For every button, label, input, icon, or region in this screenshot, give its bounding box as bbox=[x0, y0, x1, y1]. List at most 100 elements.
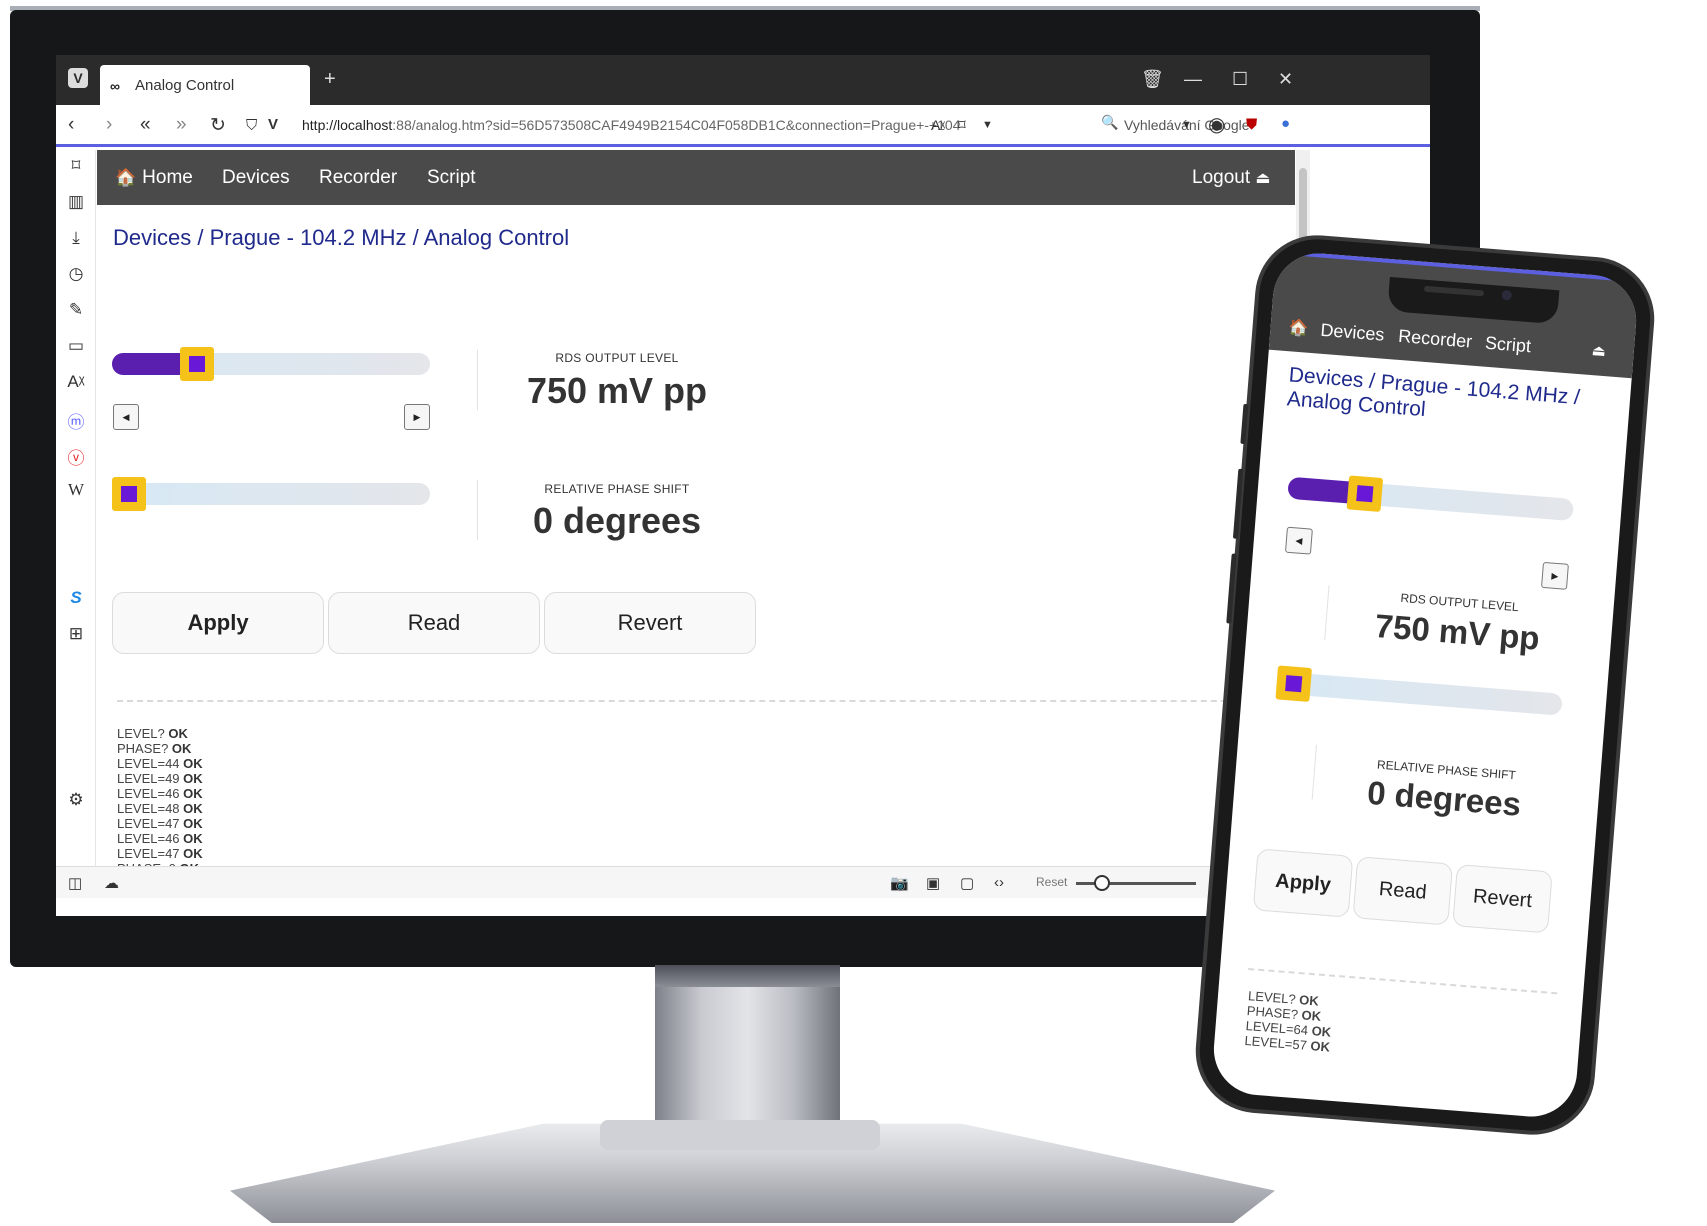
translate-url-icon[interactable]: Aᵡ bbox=[931, 117, 945, 133]
desktop-log-entry: LEVEL=48 OK bbox=[117, 801, 203, 816]
notes-icon[interactable]: ✎ bbox=[66, 300, 86, 320]
phone-nav-recorder[interactable]: Recorder bbox=[1397, 326, 1473, 353]
tiling-icon[interactable]: ▢ bbox=[960, 874, 974, 892]
phone-logout-icon[interactable]: ⏏ bbox=[1591, 341, 1607, 360]
forward-icon[interactable]: › bbox=[106, 114, 112, 136]
phone-log-status: OK bbox=[1311, 1023, 1332, 1040]
extension-icon[interactable]: ● bbox=[1281, 115, 1290, 132]
capture-icon[interactable]: 📷 bbox=[890, 874, 909, 892]
zoom-reset[interactable]: Reset bbox=[1036, 875, 1067, 889]
window-icon[interactable]: ▭ bbox=[66, 336, 86, 356]
code-icon[interactable]: ‹› bbox=[994, 874, 1004, 891]
phone-mockup: 🏠 Devices Recorder Script ⏏ Devices / Pr… bbox=[1191, 230, 1659, 1140]
phone-nav-script[interactable]: Script bbox=[1484, 333, 1531, 358]
phone-apply-button[interactable]: Apply bbox=[1252, 848, 1354, 918]
minimize-icon[interactable]: — bbox=[1184, 69, 1202, 90]
fast-forward-icon[interactable]: » bbox=[176, 114, 187, 136]
ublock-icon[interactable]: ⛊ bbox=[1246, 116, 1257, 133]
search-dropdown-icon[interactable]: ▼ bbox=[1181, 119, 1192, 131]
breadcrumb[interactable]: Devices / Prague - 104.2 MHz / Analog Co… bbox=[113, 225, 569, 251]
phone-phase-shift-slider[interactable] bbox=[1275, 671, 1563, 716]
tab-analog-control[interactable]: ∞ Analog Control bbox=[100, 65, 310, 105]
vivaldi-icon[interactable]: ⓥ bbox=[66, 444, 86, 469]
close-icon[interactable]: ✕ bbox=[1278, 69, 1293, 90]
desktop-log-status: OK bbox=[183, 756, 203, 771]
panel-toggle-icon[interactable]: ◫ bbox=[68, 874, 82, 892]
rds-output-level-label: RDS OUTPUT LEVEL bbox=[555, 351, 679, 365]
rds-increase-button[interactable]: ▶ bbox=[404, 404, 430, 430]
phase-shift-thumb[interactable] bbox=[112, 477, 146, 511]
wikipedia-icon[interactable]: W bbox=[66, 480, 86, 500]
cloud-icon[interactable]: ☁ bbox=[104, 874, 119, 892]
reload-icon[interactable]: ↻ bbox=[210, 114, 226, 137]
shield-icon[interactable]: ⛉ bbox=[246, 117, 257, 134]
desktop-log-status: OK bbox=[183, 771, 203, 786]
phone-rds-level-slider[interactable] bbox=[1287, 476, 1575, 522]
browser-tabbar: V ∞ Analog Control + 🗑 — ☐ ✕ bbox=[56, 55, 1430, 105]
bookmark-url-icon[interactable]: ⌑ bbox=[958, 116, 966, 134]
sync-icon[interactable]: S bbox=[66, 588, 86, 608]
desktop-log-entry: PHASE? OK bbox=[117, 741, 203, 756]
back-icon[interactable]: ‹ bbox=[68, 114, 74, 136]
bookmark-icon[interactable]: ⌑ bbox=[66, 156, 86, 176]
relative-phase-shift-value: 0 degrees bbox=[532, 500, 702, 541]
nav-logout[interactable]: Logout ⏏ bbox=[1192, 167, 1271, 189]
nav-recorder[interactable]: Recorder bbox=[319, 167, 397, 189]
phone-read-button[interactable]: Read bbox=[1352, 856, 1454, 926]
nav-home[interactable]: 🏠 Home bbox=[115, 167, 193, 189]
desktop-log-command: LEVEL=48 bbox=[117, 801, 184, 816]
phone-rds-level-thumb[interactable] bbox=[1347, 475, 1384, 513]
phone-revert-button[interactable]: Revert bbox=[1452, 864, 1553, 934]
phone-log-status: OK bbox=[1309, 1038, 1331, 1055]
desktop-log-status: OK bbox=[171, 741, 192, 756]
desktop-log-status: OK bbox=[183, 816, 203, 831]
add-panel-icon[interactable]: ⊞ bbox=[66, 624, 86, 644]
phone-phase-shift-thumb[interactable] bbox=[1275, 665, 1312, 702]
profile-icon[interactable]: ◉ bbox=[1208, 112, 1225, 137]
phone-rds-decrease-button[interactable]: ◀ bbox=[1284, 526, 1313, 555]
rds-decrease-button[interactable]: ◀ bbox=[113, 404, 139, 430]
nav-devices[interactable]: Devices bbox=[222, 167, 290, 189]
downloads-icon[interactable]: ⤓ bbox=[66, 228, 86, 248]
mastodon-icon[interactable]: ⓜ bbox=[66, 408, 86, 433]
url-input[interactable]: http://localhost:88/analog.htm?sid=56D57… bbox=[266, 112, 1011, 140]
vivaldi-menu-icon[interactable]: V bbox=[68, 68, 88, 88]
log-separator bbox=[117, 700, 1277, 702]
phone-log-status: OK bbox=[1301, 1007, 1322, 1024]
nav-script[interactable]: Script bbox=[427, 167, 476, 189]
tab-favicon-icon: ∞ bbox=[110, 78, 120, 94]
revert-button[interactable]: Revert bbox=[544, 592, 756, 654]
trash-icon[interactable]: 🗑 bbox=[1141, 69, 1164, 90]
phone-nav-devices[interactable]: Devices bbox=[1320, 320, 1385, 346]
desktop-log-entry: LEVEL=47 OK bbox=[117, 846, 203, 861]
browser-side-panel: ⌑ ▥ ⤓ ◷ ✎ ▭ Aᵡ ⓜ ⓥ W S ⊞ ⚙ bbox=[56, 150, 96, 866]
phase-shift-slider[interactable] bbox=[112, 483, 430, 505]
apply-button[interactable]: Apply bbox=[112, 592, 324, 654]
maximize-icon[interactable]: ☐ bbox=[1232, 69, 1248, 90]
read-button[interactable]: Read bbox=[328, 592, 540, 654]
phone-log-separator bbox=[1248, 968, 1558, 995]
translate-icon[interactable]: Aᵡ bbox=[66, 372, 86, 392]
desktop-log-entry: LEVEL=49 OK bbox=[117, 771, 203, 786]
desktop-log-status: OK bbox=[183, 801, 203, 816]
rewind-icon[interactable]: « bbox=[140, 114, 151, 136]
new-tab-button[interactable]: + bbox=[324, 68, 336, 91]
phone-home-icon[interactable]: 🏠 bbox=[1288, 317, 1309, 339]
desktop-log-command: LEVEL=49 bbox=[117, 771, 184, 786]
desktop-log-status: OK bbox=[168, 726, 188, 741]
phone-log-status: OK bbox=[1298, 992, 1320, 1009]
history-icon[interactable]: ◷ bbox=[66, 264, 86, 284]
rds-level-slider[interactable] bbox=[112, 353, 430, 375]
settings-icon[interactable]: ⚙ bbox=[66, 790, 86, 810]
zoom-slider-knob[interactable] bbox=[1094, 875, 1110, 891]
url-dropdown-icon[interactable]: ▼ bbox=[982, 119, 993, 131]
desktop-log-status: OK bbox=[183, 786, 203, 801]
image-icon[interactable]: ▣ bbox=[926, 874, 940, 892]
search-input[interactable]: Vyhledávání Google bbox=[1096, 112, 1294, 140]
phone-rds-increase-button[interactable]: ▶ bbox=[1540, 561, 1569, 590]
rds-output-level-value: 750 mV pp bbox=[526, 370, 708, 411]
relative-phase-shift-label: RELATIVE PHASE SHIFT bbox=[544, 482, 690, 496]
phone-breadcrumb[interactable]: Devices / Prague - 104.2 MHz / Analog Co… bbox=[1286, 363, 1619, 437]
rds-level-thumb[interactable] bbox=[180, 347, 215, 381]
reading-list-icon[interactable]: ▥ bbox=[66, 192, 86, 212]
